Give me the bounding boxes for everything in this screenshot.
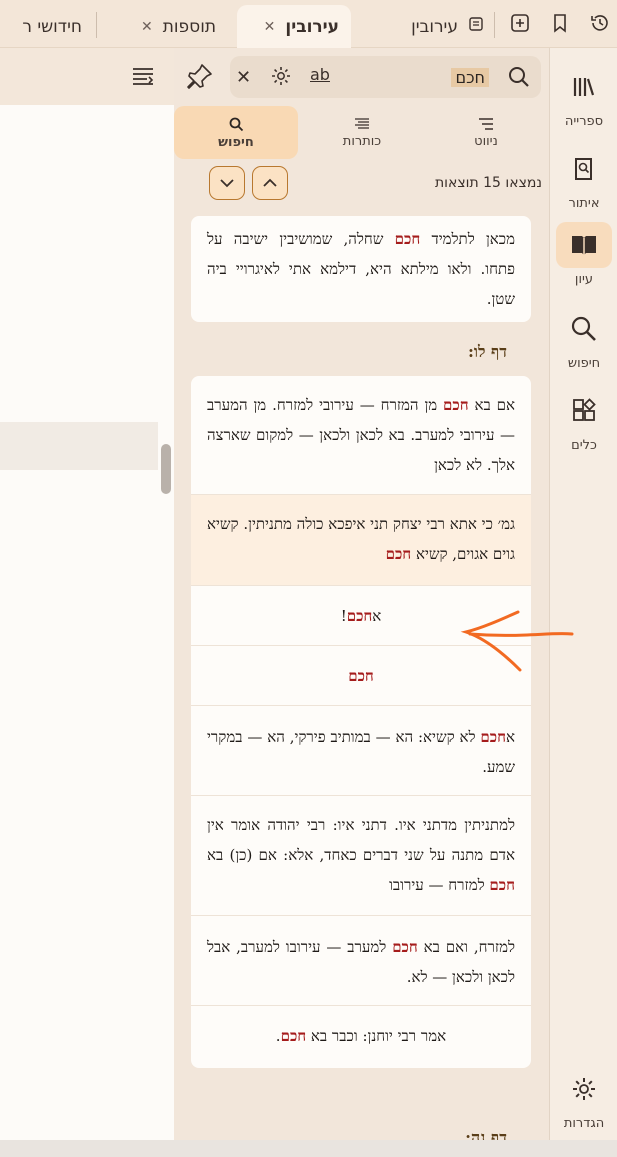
search-icon	[556, 306, 612, 352]
chevron-up-icon	[263, 178, 277, 187]
divider	[191, 795, 531, 796]
result-card: אם בא חכם מן המזרח — עירובי למזרח. מן המ…	[191, 376, 531, 1068]
result-text[interactable]: אחכם לא קשיא: הא — במותיב פירקי, הא — במ…	[191, 722, 531, 782]
search-toolbar: ✕ ab חכם	[133, 48, 550, 106]
search-match: חכם	[348, 667, 374, 685]
search-match: חכם	[392, 938, 418, 956]
rail-label: חיפוש	[567, 356, 601, 371]
open-book-icon	[556, 222, 612, 268]
reading-highlight-line	[0, 422, 158, 470]
headings-icon	[355, 117, 369, 129]
rail-label: איתור	[568, 196, 600, 211]
bookmark-icon[interactable]	[547, 10, 573, 36]
tab-chidushei[interactable]: חידושי ר	[0, 5, 94, 48]
search-icon	[229, 117, 244, 131]
rail-label: ספרייה	[564, 114, 604, 129]
rail-item-search[interactable]: חיפוש	[554, 296, 614, 372]
divider	[191, 645, 531, 646]
rail-item-locate[interactable]: איתור	[554, 136, 614, 212]
tab-label: חידושי ר	[22, 16, 82, 37]
search-match: חכם	[394, 230, 421, 248]
search-match: חכם	[346, 607, 373, 625]
tab-label: עירובין	[285, 16, 339, 37]
search-match: חכם	[385, 545, 412, 563]
search-match: חכם	[489, 876, 515, 894]
nav-rail: ספרייה איתור עיון חיפוש כלים הגדרות	[549, 48, 617, 1140]
tab-separator	[96, 12, 97, 38]
search-icon[interactable]	[507, 65, 531, 93]
results-bar: נמצאו 15 תוצאות	[174, 161, 550, 211]
search-match: חכם	[480, 728, 506, 746]
gear-icon	[556, 1066, 612, 1112]
rail-label: כלים	[571, 438, 597, 453]
history-icon[interactable]	[587, 10, 613, 36]
divider	[191, 585, 531, 586]
next-result-button[interactable]	[252, 166, 288, 200]
gear-icon[interactable]	[270, 65, 292, 91]
close-icon[interactable]: ✕	[141, 19, 153, 35]
tools-icon	[556, 388, 612, 434]
result-text-highlighted[interactable]: גמ׳ כי אתא רבי יצחק תני איפכא כולה מתנית…	[191, 495, 531, 585]
rail-label: עיון	[574, 272, 594, 287]
divider	[191, 1005, 531, 1006]
tab-label: כותרות	[342, 133, 382, 149]
scrollbar-thumb[interactable]	[161, 444, 171, 494]
menu-icon[interactable]	[130, 63, 158, 91]
result-text[interactable]: אמר רבי יוחנן: וכבר בא חכם.	[191, 1021, 531, 1051]
search-field[interactable]: ✕ ab חכם	[230, 56, 541, 98]
prev-result-button[interactable]	[209, 166, 245, 200]
library-icon	[556, 64, 612, 110]
match-option-toggle[interactable]: ab	[310, 65, 330, 84]
pin-icon[interactable]	[186, 62, 214, 92]
result-text[interactable]: חכם	[191, 661, 531, 691]
clear-icon[interactable]: ✕	[236, 67, 251, 88]
daf-heading: דף לו:	[467, 342, 507, 361]
divider	[191, 915, 531, 916]
tab-bar: עירובין עירובין ✕ תוספות ✕ חידושי ר	[0, 0, 617, 48]
result-text[interactable]: מכאן לתלמיד חכם שחלה, שמושיבין ישיבה על …	[191, 224, 531, 314]
result-text[interactable]: למזרח, ואם בא חכם למערב — עירובו למערב, …	[191, 932, 531, 992]
close-icon[interactable]: ✕	[264, 19, 276, 35]
locate-icon	[556, 146, 612, 192]
reading-pane	[0, 105, 174, 1140]
tab-headings[interactable]: כותרות	[300, 106, 424, 159]
search-match: חכם	[280, 1027, 307, 1045]
results-list: מכאן לתלמיד חכם שחלה, שמושיבין ישיבה על …	[191, 216, 531, 1140]
tab-label: חיפוש	[218, 134, 254, 150]
tab-navigation[interactable]: ניווט	[424, 106, 548, 159]
tab-label: ניווט	[474, 133, 498, 149]
tab-tosafot[interactable]: תוספות ✕	[108, 5, 228, 48]
search-query[interactable]: חכם	[451, 68, 489, 87]
rail-item-tools[interactable]: כלים	[554, 378, 614, 454]
bottom-bar	[0, 1140, 617, 1157]
results-count: נמצאו 15 תוצאות	[434, 175, 542, 191]
book-tab-icon	[468, 16, 484, 37]
daf-heading: דף נה:	[465, 1128, 507, 1140]
panel-mode-tabs: ניווט כותרות חיפוש	[174, 106, 550, 161]
rail-item-settings[interactable]: הגדרות	[554, 1056, 614, 1132]
divider	[191, 705, 531, 706]
result-card: מכאן לתלמיד חכם שחלה, שמושיבין ישיבה על …	[191, 216, 531, 322]
tab-label: תוספות	[162, 16, 216, 37]
tab-search[interactable]: חיפוש	[174, 106, 298, 159]
tab-eruvin-2[interactable]: עירובין ✕	[237, 5, 351, 48]
search-panel: ✕ ab חכם ניווט כותרות חיפוש נמצאו 15 תוצ…	[133, 48, 550, 1140]
rail-item-library[interactable]: ספרייה	[554, 54, 614, 130]
rail-label: הגדרות	[563, 1116, 605, 1131]
add-tab-icon[interactable]	[507, 10, 533, 36]
search-match: חכם	[443, 396, 469, 414]
rail-item-study[interactable]: עיון	[554, 212, 614, 288]
tab-separator	[494, 12, 495, 38]
tab-eruvin-1[interactable]: עירובין	[396, 5, 496, 48]
result-text[interactable]: למתניתין מדתני איו. דתני איו: רבי יהודה …	[191, 810, 531, 900]
result-text[interactable]: אחכם!	[191, 601, 531, 631]
result-text[interactable]: אם בא חכם מן המזרח — עירובי למזרח. מן המ…	[191, 390, 531, 480]
tab-label: עירובין	[411, 16, 458, 37]
chevron-down-icon	[220, 179, 234, 188]
nav-icon	[479, 117, 493, 130]
